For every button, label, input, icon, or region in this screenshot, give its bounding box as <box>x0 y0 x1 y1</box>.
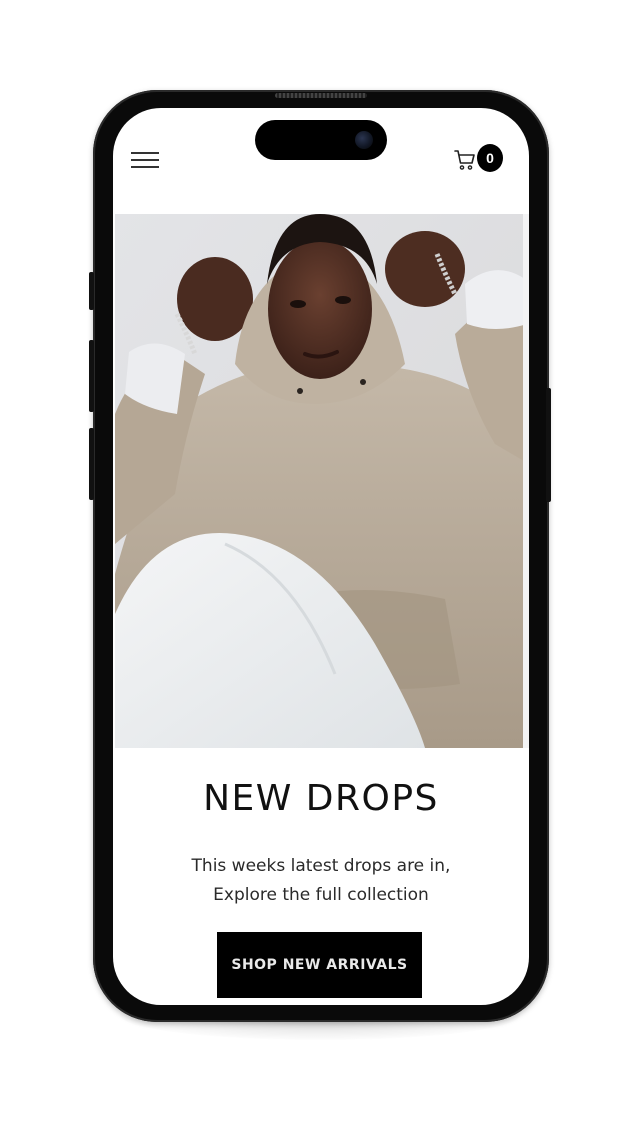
phone-speaker-grille <box>275 93 367 98</box>
shopping-cart-icon <box>454 150 475 170</box>
phone-power-button <box>546 388 551 502</box>
description-line-1: This weeks latest drops are in, <box>191 856 451 876</box>
hamburger-menu-icon[interactable] <box>131 150 159 170</box>
phone-screen: 0 NEW DROPS This weeks latest drops are … <box>113 108 529 1005</box>
page-title: NEW DROPS <box>203 778 439 819</box>
description-line-2: Explore the full collection <box>213 885 429 905</box>
phone-volume-up-button <box>89 340 94 412</box>
cart-count-badge: 0 <box>477 144 503 172</box>
mockup-stage: 0 NEW DROPS This weeks latest drops are … <box>0 0 635 1129</box>
front-camera-icon <box>355 131 373 149</box>
hero-description: This weeks latest drops are in, Explore … <box>113 852 529 910</box>
hero-image <box>115 214 529 748</box>
model-photo <box>115 214 529 748</box>
cart-button[interactable]: 0 <box>453 144 505 174</box>
phone-action-button <box>89 272 94 310</box>
shop-new-arrivals-button[interactable]: SHOP NEW ARRIVALS <box>217 932 422 998</box>
phone-volume-down-button <box>89 428 94 500</box>
dynamic-island <box>255 120 387 160</box>
